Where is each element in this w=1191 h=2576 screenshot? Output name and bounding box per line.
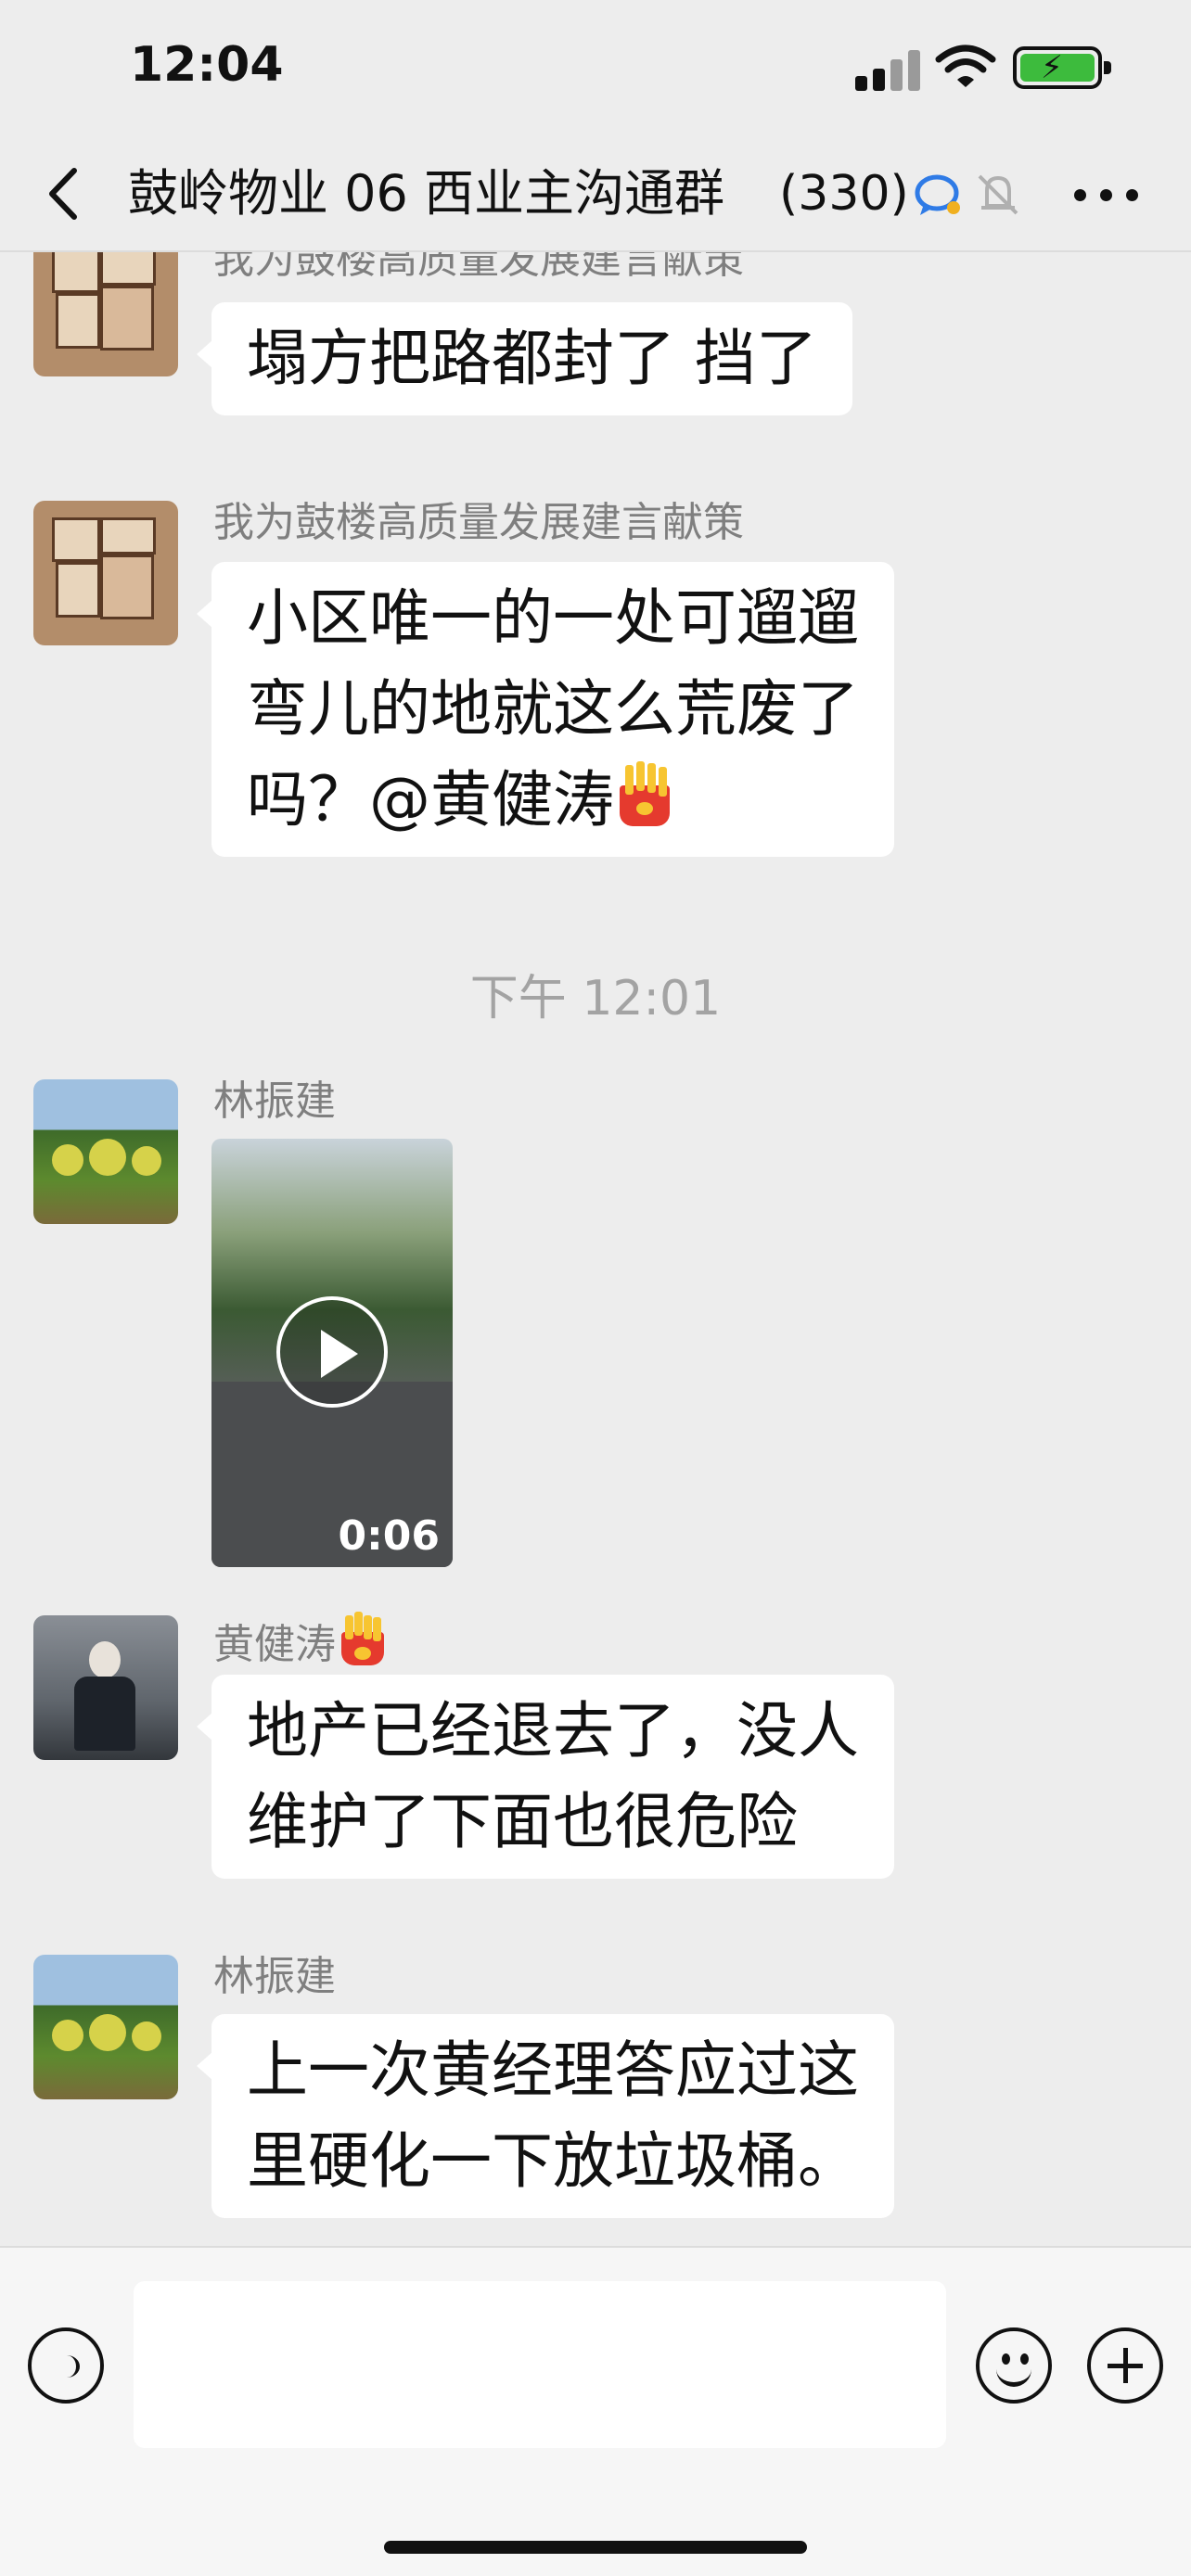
back-chevron-icon[interactable]	[37, 161, 93, 226]
plus-icon[interactable]	[1087, 2327, 1163, 2404]
avatar[interactable]	[33, 501, 178, 645]
sender-name: 黄健涛	[213, 1612, 388, 1671]
message-text: 地产已经退去了，没人	[247, 1695, 859, 1766]
message-text-with-emoji: 吗？@黄健涛	[247, 755, 859, 846]
input-bar	[0, 2246, 1191, 2576]
message-text: 吗？@黄健涛	[247, 764, 614, 835]
video-message[interactable]: 0:06	[211, 1139, 453, 1567]
sender-name: 我为鼓楼高质量发展建言献策	[213, 252, 744, 283]
message-text: 弯儿的地就这么荒废了	[247, 673, 859, 745]
message-text: 上一次黄经理答应过这	[247, 2034, 859, 2106]
smiley-icon[interactable]	[976, 2327, 1052, 2404]
status-time: 12:04	[130, 37, 284, 93]
bell-muted-icon	[978, 174, 1018, 215]
message-bubble[interactable]: 小区唯一的一处可遛遛 弯儿的地就这么荒废了 吗？@黄健涛	[197, 562, 894, 857]
voice-icon[interactable]	[28, 2327, 104, 2404]
cellular-signal-icon	[855, 48, 920, 91]
chat-bubble-icon	[915, 174, 960, 215]
message-bubble[interactable]: 上一次黄经理答应过这 里硬化一下放垃圾桶。	[197, 2014, 894, 2218]
message-text: 维护了下面也很危险	[247, 1786, 798, 1857]
message-list[interactable]: 我为鼓楼高质量发展建言献策 塌方把路都封了 挡了 我为鼓楼高质量发展建言献策 小…	[0, 252, 1191, 2246]
message-bubble[interactable]: 地产已经退去了，没人 维护了下面也很危险	[197, 1675, 894, 1879]
avatar[interactable]	[33, 1079, 178, 1224]
message-bubble[interactable]: 塌方把路都封了 挡了	[197, 302, 852, 415]
member-count: (330)	[779, 166, 909, 222]
more-dots-icon[interactable]	[1074, 189, 1139, 202]
timestamp: 下午 12:01	[469, 971, 722, 1027]
french-fries-emoji-icon	[614, 761, 675, 828]
avatar[interactable]	[33, 1615, 178, 1760]
wifi-icon	[935, 45, 996, 87]
avatar[interactable]	[33, 252, 178, 376]
video-duration: 0:06	[338, 1512, 440, 1560]
message-text: 里硬化一下放垃圾桶。	[247, 2125, 859, 2197]
sender-name: 林振建	[213, 1953, 336, 2000]
sender-name: 我为鼓楼高质量发展建言献策	[213, 499, 744, 546]
home-indicator[interactable]	[384, 2541, 807, 2554]
avatar[interactable]	[33, 1955, 178, 2099]
sender-name: 林振建	[213, 1078, 336, 1125]
message-input[interactable]	[134, 2281, 946, 2448]
sender-name-text: 黄健涛	[213, 1621, 336, 1668]
battery-icon: ⚡	[1013, 46, 1111, 89]
message-text: 塌方把路都封了 挡了	[247, 323, 817, 394]
play-icon[interactable]	[276, 1296, 388, 1408]
status-bar: 12:04 ⚡	[0, 0, 1191, 139]
message-text: 小区唯一的一处可遛遛	[247, 582, 859, 654]
french-fries-emoji-icon	[336, 1612, 388, 1669]
chat-header: 鼓岭物业 06 西业主沟通群 (330)	[0, 139, 1191, 252]
